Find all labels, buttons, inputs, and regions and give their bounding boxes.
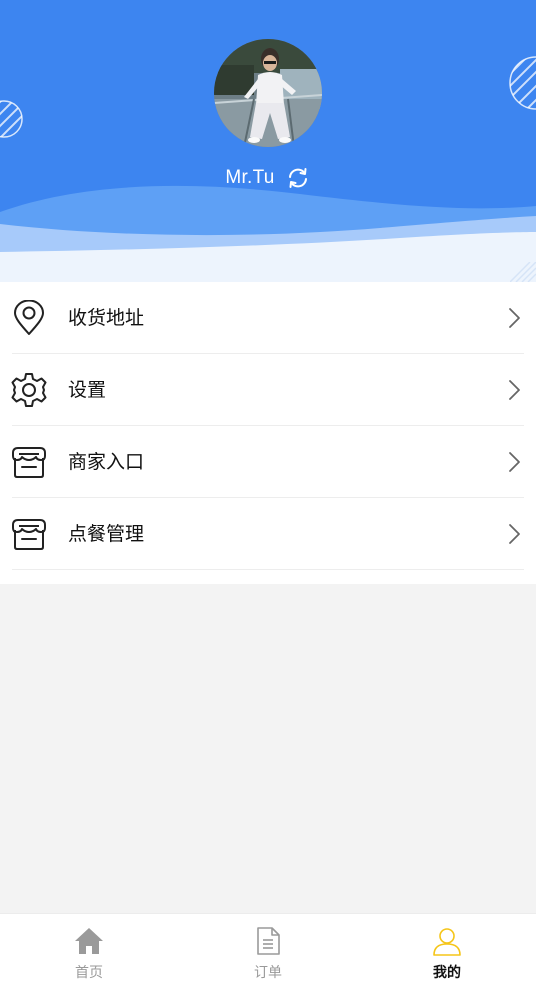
location-pin-icon xyxy=(14,300,44,335)
gear-icon xyxy=(11,373,47,407)
person-icon xyxy=(433,928,461,956)
striped-circle-decoration xyxy=(0,100,23,138)
chevron-right-icon xyxy=(509,380,520,400)
striped-circle-decoration-right xyxy=(509,56,536,110)
profile-header: Mr.Tu xyxy=(0,0,536,282)
tab-home[interactable]: 首页 xyxy=(0,914,178,1001)
tab-orders[interactable]: 订单 xyxy=(179,914,357,1001)
refresh-icon[interactable] xyxy=(285,165,311,191)
store-icon xyxy=(12,519,46,550)
menu-item-settings[interactable]: 设置 xyxy=(0,354,536,426)
tab-label: 我的 xyxy=(433,965,461,981)
chevron-right-icon xyxy=(509,452,520,472)
divider xyxy=(12,569,524,570)
menu-item-address[interactable]: 收货地址 xyxy=(0,282,536,354)
menu-item-label: 商家入口 xyxy=(68,451,145,473)
menu-item-label: 收货地址 xyxy=(68,307,145,329)
tab-mine[interactable]: 我的 xyxy=(358,914,536,1001)
user-info-row: Mr.Tu xyxy=(0,162,536,194)
menu-item-label: 设置 xyxy=(68,379,107,401)
menu-list: 收货地址 设置 商家入口 点餐管理 xyxy=(0,282,536,584)
menu-item-order-management[interactable]: 点餐管理 xyxy=(0,498,536,570)
menu-item-merchant-entry[interactable]: 商家入口 xyxy=(0,426,536,498)
user-photo xyxy=(214,39,322,147)
document-icon xyxy=(257,927,280,955)
menu-item-label: 点餐管理 xyxy=(68,523,145,545)
chevron-right-icon xyxy=(509,308,520,328)
home-icon xyxy=(75,928,103,954)
avatar[interactable] xyxy=(214,39,322,147)
chevron-right-icon xyxy=(509,524,520,544)
striped-corner-decoration xyxy=(510,262,536,282)
bottom-tab-bar: 首页 订单 我的 xyxy=(0,913,536,1001)
store-icon xyxy=(12,447,46,478)
user-name: Mr.Tu xyxy=(225,167,275,188)
tab-label: 首页 xyxy=(75,965,103,981)
tab-label: 订单 xyxy=(254,965,282,981)
